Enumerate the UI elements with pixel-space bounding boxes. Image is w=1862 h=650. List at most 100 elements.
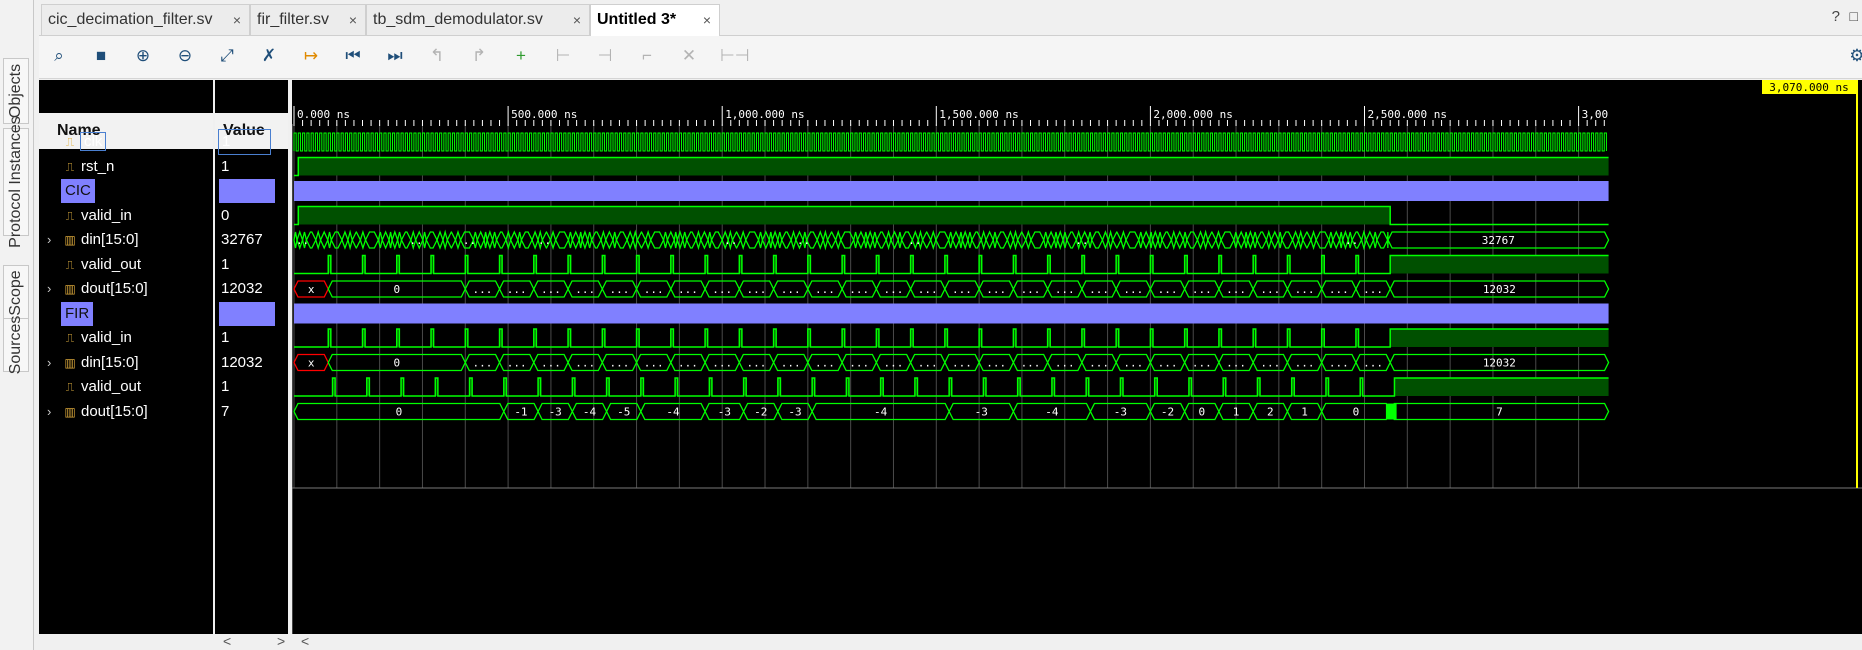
scroll-left-icon[interactable]: < bbox=[223, 633, 231, 649]
group-label: CIC bbox=[61, 179, 95, 203]
expand-chevron-icon[interactable]: › bbox=[47, 400, 51, 424]
help-icon[interactable]: ? bbox=[1832, 8, 1840, 25]
bus-signal-icon: ▥ bbox=[64, 404, 76, 419]
cic-din-waveform-segment bbox=[520, 231, 533, 249]
settings-icon[interactable]: ⚙ bbox=[1846, 45, 1862, 67]
fir-din-waveform-value: ... bbox=[1055, 357, 1075, 370]
waveform-pane[interactable]: 0.000 ns 500.000 ns 1,000.000 ns 1,500.000 … bbox=[291, 80, 1862, 634]
go-to-start-icon[interactable]: ⏮ bbox=[342, 45, 364, 67]
search-icon[interactable]: ⌕ bbox=[48, 45, 70, 67]
fir-dout-waveform-value: -3 bbox=[718, 406, 731, 419]
cic-dout-waveform-value: ... bbox=[952, 283, 972, 296]
fir-din-waveform-value: ... bbox=[1089, 357, 1109, 370]
fir-din-waveform-value: ... bbox=[781, 357, 801, 370]
tab-fir-filter[interactable]: fir_filter.sv × bbox=[250, 4, 366, 35]
signal-row-dout150[interactable]: › ▥ dout[15:0] bbox=[39, 277, 213, 301]
zoom-fit-icon[interactable]: ⤢ bbox=[216, 45, 238, 67]
horizontal-scroll-bar[interactable]: < > < bbox=[215, 633, 1862, 650]
signal-row-cic[interactable]: CIC bbox=[39, 179, 213, 203]
side-tab-scope[interactable]: Scope bbox=[3, 265, 29, 321]
wave-scroll-left-icon[interactable]: < bbox=[301, 633, 309, 649]
cic-din-waveform-segment bbox=[1281, 231, 1294, 249]
cic-dout-waveform-value: 0 bbox=[393, 283, 400, 296]
fir-din-waveform-value: ... bbox=[1295, 357, 1315, 370]
cic-din-waveform-segment bbox=[1237, 230, 1246, 250]
cic-din-waveform-value: 32767 bbox=[1482, 234, 1515, 247]
expand-chevron-icon[interactable]: › bbox=[47, 228, 51, 252]
signal-value: 1 bbox=[221, 255, 230, 273]
signal-row-valid_out[interactable]: ⎍ valid_out bbox=[39, 375, 213, 399]
cic-dout-waveform-value: ... bbox=[986, 283, 1006, 296]
waveform-canvas[interactable]: 0.000 ns 500.000 ns 1,000.000 ns 1,500.000 … bbox=[291, 80, 1862, 634]
signal-value: 12032 bbox=[221, 280, 263, 297]
cic-din-waveform-segment bbox=[1315, 231, 1330, 249]
signal-row-valid_out[interactable]: ⎍ valid_out bbox=[39, 253, 213, 277]
tab-cic-decimation-filter[interactable]: cic_decimation_filter.sv × bbox=[41, 4, 250, 35]
zoom-out-icon[interactable]: ⊖ bbox=[174, 45, 196, 67]
delete-markers-icon[interactable]: ✕ bbox=[678, 45, 700, 67]
cic-din-waveform-segment bbox=[1151, 230, 1159, 250]
signal-row-clk[interactable]: ⎍ clk bbox=[39, 130, 213, 154]
bus-signal-icon: ▥ bbox=[64, 355, 76, 370]
cic-din-waveform-segment bbox=[745, 231, 760, 249]
cic-din-waveform-segment bbox=[676, 230, 684, 250]
close-icon[interactable]: × bbox=[349, 5, 357, 35]
cic-dout-waveform-value: ... bbox=[609, 283, 629, 296]
tab-tb-sdm-demodulator[interactable]: tb_sdm_demodulator.sv × bbox=[366, 4, 590, 35]
cic-din-waveform-segment bbox=[590, 231, 602, 249]
save-icon[interactable]: ■ bbox=[90, 45, 112, 67]
fir-din-waveform-value: ... bbox=[952, 357, 972, 370]
expand-chevron-icon[interactable]: › bbox=[47, 277, 51, 301]
maximize-icon[interactable]: □ bbox=[1850, 8, 1858, 24]
side-tab-protocol-instances[interactable]: Protocol Instances bbox=[3, 116, 29, 248]
close-icon[interactable]: × bbox=[573, 5, 581, 35]
close-icon[interactable]: × bbox=[233, 5, 241, 35]
cic-din-waveform-segment bbox=[615, 231, 628, 249]
signal-row-fir[interactable]: FIR bbox=[39, 301, 213, 326]
close-icon[interactable]: × bbox=[703, 5, 711, 35]
signal-row-rst_n[interactable]: ⎍ rst_n bbox=[39, 155, 213, 179]
signal-row-dout150[interactable]: › ▥ dout[15:0] bbox=[39, 400, 213, 424]
cic-dout-waveform-value: ... bbox=[678, 283, 698, 296]
ruler-label: 3,00 bbox=[1582, 108, 1609, 121]
next-marker-icon[interactable]: ⊣ bbox=[594, 45, 616, 67]
marker-range-icon[interactable]: ⊢⊣ bbox=[720, 45, 750, 67]
cic-dout-waveform-value: ... bbox=[1295, 283, 1315, 296]
zoom-in-icon[interactable]: ⊕ bbox=[132, 45, 154, 67]
scroll-right-icon[interactable]: > bbox=[277, 633, 285, 649]
side-tab-objects[interactable]: Objects bbox=[3, 58, 29, 124]
cic-din-waveform-segment bbox=[995, 231, 1009, 249]
swap-cursors-icon[interactable]: ↦ bbox=[300, 45, 322, 67]
go-to-end-icon[interactable]: ⏭ bbox=[384, 45, 406, 67]
cic-din-waveform-segment bbox=[486, 230, 494, 250]
previous-transition-icon[interactable]: ↰ bbox=[426, 45, 448, 67]
cic-din-waveform-segment bbox=[1291, 230, 1300, 250]
cic-dout-waveform-value: ... bbox=[918, 283, 938, 296]
previous-marker-icon[interactable]: ⊢ bbox=[552, 45, 574, 67]
cursor-to-selected-icon[interactable]: ✗ bbox=[258, 45, 280, 67]
signal-row-din150[interactable]: › ▥ din[15:0] bbox=[39, 351, 213, 375]
cic-din-waveform-segment bbox=[1046, 230, 1056, 250]
cic-din-waveform-segment bbox=[581, 230, 589, 250]
fir-din-waveform-value: ... bbox=[986, 357, 1006, 370]
cic-din-value: .. bbox=[797, 234, 810, 247]
cic-din-waveform-segment bbox=[826, 231, 837, 249]
cic-din-waveform-segment bbox=[359, 229, 367, 251]
bit-signal-icon: ⎍ bbox=[65, 257, 75, 272]
expand-chevron-icon[interactable]: › bbox=[47, 351, 51, 375]
cic-din-waveform-segment bbox=[1376, 231, 1389, 249]
signal-row-din150[interactable]: › ▥ din[15:0] bbox=[39, 228, 213, 252]
signal-value: 1 bbox=[221, 378, 230, 395]
waveform-toolbar: ⌕ ■ ⊕ ⊖ ⤢ ✗ ↦ ⏮ ⏭ ↰ ↱ + ⊢ ⊣ ⌐ ✕ ⊢⊣ ⚙ bbox=[39, 36, 1862, 79]
editor-tab-bar: cic_decimation_filter.sv × fir_filter.sv ×… bbox=[39, 0, 1862, 36]
bus-signal-icon: ▥ bbox=[64, 233, 76, 247]
next-transition-icon[interactable]: ↱ bbox=[468, 45, 490, 67]
cic-din-waveform-segment bbox=[856, 230, 866, 250]
side-tab-sources[interactable]: Sources bbox=[3, 316, 29, 374]
snap-marker-icon[interactable]: ⌐ bbox=[636, 45, 658, 67]
add-marker-icon[interactable]: + bbox=[510, 45, 532, 67]
tab-untitled-3[interactable]: Untitled 3* × bbox=[590, 4, 720, 36]
signal-row-valid_in[interactable]: ⎍ valid_in bbox=[39, 326, 213, 350]
group-label: FIR bbox=[61, 301, 94, 326]
signal-row-valid_in[interactable]: ⎍ valid_in bbox=[39, 204, 213, 228]
